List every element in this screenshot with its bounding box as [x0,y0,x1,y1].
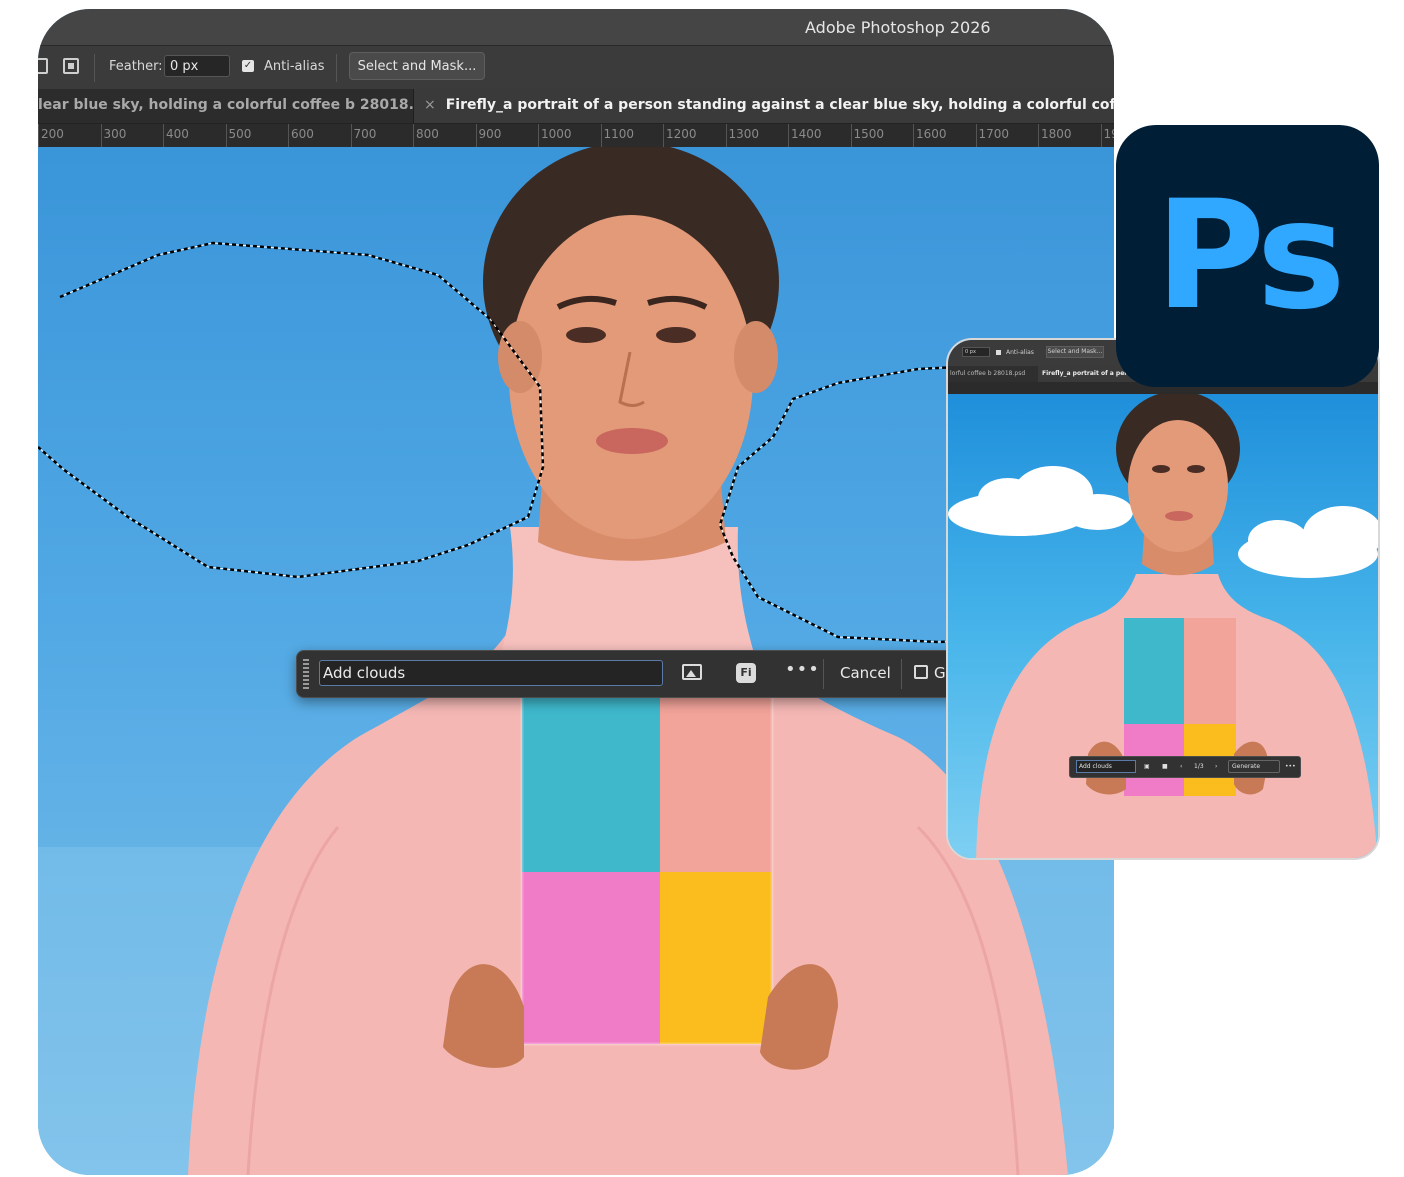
cloud-left [948,466,1133,536]
logo-text: Ps [1155,169,1346,343]
preview-canvas: Add clouds ▣ ■ ‹ 1/3 › Generate ••• [948,394,1378,858]
ruler-tick: 1600 [913,124,947,148]
select-and-mask-button[interactable]: Select and Mask... [349,52,485,80]
preview-contextual-task-bar: Add clouds ▣ ■ ‹ 1/3 › Generate ••• [1069,756,1301,778]
antialias-label: Anti-alias [264,59,325,74]
options-bar: Feather: 0 px ✓ Anti-alias Select and Ma… [38,45,1114,90]
preview-pager: 1/3 [1194,763,1204,770]
title-bar: Adobe Photoshop 2026 [38,9,1114,45]
ruler-tick: 600 [288,124,314,148]
ruler-tick: 700 [350,124,376,148]
ruler-tick: 1000 [538,124,572,148]
ruler-tick: 1200 [663,124,697,148]
ruler-tick: 1800 [1038,124,1072,148]
document-tabs: lear blue sky, holding a colorful coffee… [38,89,1114,123]
antialias-checkbox[interactable]: ✓ [242,60,254,72]
ruler-tick: 800 [413,124,439,148]
tab-label: lear blue sky, holding a colorful coffee… [38,97,414,113]
feather-input[interactable]: 0 px [164,55,230,77]
contextual-task-bar: Add clouds Fi ••• Cancel G [296,650,1018,698]
tab-label: Firefly_a portrait of a person standing … [445,97,1114,113]
preview-generate-button: Generate [1228,760,1280,773]
divider [336,54,337,82]
preview-firefly-icon: ■ [1162,763,1168,770]
close-icon[interactable]: × [424,97,436,113]
ruler-tick: 1700 [975,124,1009,148]
divider [94,54,95,82]
ruler-tick: 1400 [788,124,822,148]
preview-antialias-label: Anti-alias [1006,349,1034,356]
preview-reference-image-icon: ▣ [1144,763,1150,770]
reference-image-icon[interactable] [682,664,702,680]
generate-icon[interactable] [914,665,928,679]
preview-select-mask-button: Select and Mask... [1046,346,1104,358]
ruler-tick: 300 [100,124,126,148]
ruler-tick: 1100 [600,124,634,148]
photoshop-logo: Ps [1116,125,1379,387]
selection-mode-icon[interactable] [38,58,48,74]
more-options-button[interactable]: ••• [785,659,820,680]
app-title: Adobe Photoshop 2026 [805,18,991,37]
cancel-button[interactable]: Cancel [840,664,891,682]
intersect-selection-icon[interactable] [63,58,79,74]
generate-button[interactable]: G [934,664,946,682]
ruler-tick: 1500 [850,124,884,148]
ruler-tick: 500 [225,124,251,148]
divider [823,659,824,689]
horizontal-ruler: 200 300 400 500 600 700 800 900 1000 1100 1200 1300… [38,123,1114,148]
ruler-tick: 900 [475,124,501,148]
drag-handle[interactable] [303,659,309,689]
preview-tab-1: lorful coffee b 28018.psd [950,370,1026,377]
tab-document-2[interactable]: × Firefly_a portrait of a person standing… [414,89,1114,123]
feather-label: Feather: [109,59,163,74]
preview-prev-icon: ‹ [1180,763,1183,770]
preview-prompt-input: Add clouds [1076,760,1136,773]
preview-artwork [948,394,1378,858]
cloud-right [1238,506,1378,578]
preview-next-icon: › [1215,763,1218,770]
ruler-tick: 200 [38,124,64,148]
preview-feather-input: 0 px [962,347,990,357]
ruler-tick: 19 [1100,124,1114,148]
ruler-tick: 1300 [725,124,759,148]
prompt-input[interactable]: Add clouds [319,660,663,686]
result-preview-window: 0 px Anti-alias Select and Mask... lorfu… [946,338,1380,860]
divider [901,659,902,689]
preview-more-icon: ••• [1285,763,1296,770]
ruler-tick: 400 [163,124,189,148]
tab-document-1[interactable]: lear blue sky, holding a colorful coffee… [38,89,414,123]
preview-antialias-checkbox [996,350,1001,355]
firefly-icon[interactable]: Fi [736,663,756,683]
